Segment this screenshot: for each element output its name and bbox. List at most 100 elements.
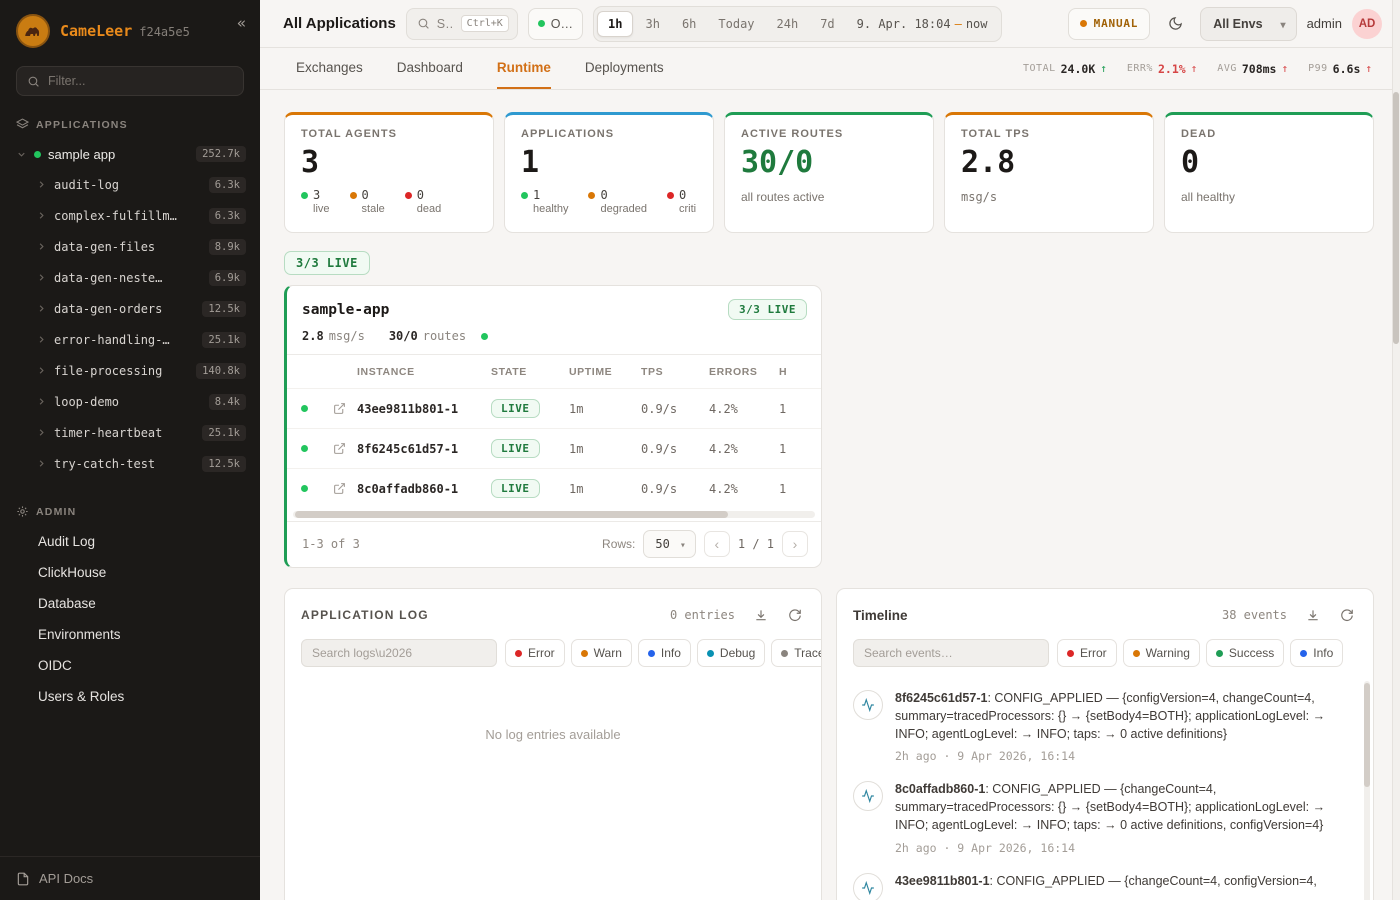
rows-per-page-select[interactable]: 50 [643,530,695,558]
refresh-logs-button[interactable] [783,603,807,627]
event-timestamp: 2h ago · 9 Apr 2026, 16:14 [895,841,1347,855]
sidebar-item-admin-environments[interactable]: Environments [0,619,260,650]
sidebar-item-admin-oidc[interactable]: OIDC [0,650,260,681]
time-range-group: 1h 3h 6h Today 24h 7d 9. Apr. 18:04—now [593,6,1001,42]
card-label: ACTIVE ROUTES [741,128,917,140]
filter-chip-warning[interactable]: Warning [1123,639,1200,667]
log-search-input[interactable] [301,639,497,667]
filter-chip-info[interactable]: Info [638,639,691,667]
sidebar-item-data-gen-nested[interactable]: data-gen-neste… 6.9k [0,262,260,293]
table-row[interactable]: 43ee9811b801-1 LIVE 1m 0.9/s 4.2% 1 [287,388,821,428]
count-badge: 6.3k [209,208,246,224]
time-range-today[interactable]: Today [708,12,764,36]
timeline-event[interactable]: 8c0affadb860-1: CONFIG_APPLIED — {change… [853,772,1347,863]
refresh-icon [1340,608,1354,622]
env-select-value: All Envs [1213,17,1262,31]
tab-deployments[interactable]: Deployments [585,48,664,89]
sidebar-item-data-gen-files[interactable]: data-gen-files 8.9k [0,231,260,262]
status-dot [301,485,308,492]
download-logs-button[interactable] [749,603,773,627]
chevron-right-icon [36,396,47,407]
external-link-icon[interactable] [333,442,346,455]
card-label: TOTAL AGENTS [301,128,477,140]
api-docs-label: API Docs [39,871,93,886]
activity-icon [853,781,883,811]
sidebar-item-audit-log[interactable]: audit-log 6.3k [0,169,260,200]
sidebar-filter [16,66,244,96]
prev-page-button[interactable]: ‹ [704,531,730,557]
sidebar-item-admin-database[interactable]: Database [0,588,260,619]
sidebar-item-error-handling[interactable]: error-handling-… 25.1k [0,324,260,355]
date-range[interactable]: 9. Apr. 18:04—now [847,17,998,31]
content: TOTAL AGENTS 3 3 live 0 stale 0 [260,90,1400,900]
filter-chip-error[interactable]: Error [1057,639,1117,667]
time-range-24h[interactable]: 24h [767,12,809,36]
filter-input[interactable] [48,74,233,88]
external-link-icon[interactable] [333,482,346,495]
tab-dashboard[interactable]: Dashboard [397,48,463,89]
sidebar-item-admin-clickhouse[interactable]: ClickHouse [0,557,260,588]
scrollbar-thumb[interactable] [295,511,728,518]
sidebar-item-sample-app[interactable]: sample app 252.7k [0,139,260,169]
sidebar-item-loop-demo[interactable]: loop-demo 8.4k [0,386,260,417]
state-badge: LIVE [491,439,540,458]
filter-chip-success[interactable]: Success [1206,639,1284,667]
global-search[interactable]: S… Ctrl+K [406,8,518,40]
sidebar-item-timer-heartbeat[interactable]: timer-heartbeat 25.1k [0,417,260,448]
manual-mode-chip[interactable]: MANUAL [1068,8,1151,40]
sidebar-collapse-button[interactable]: « [237,14,246,32]
filter-chip-warn[interactable]: Warn [571,639,632,667]
time-range-7d[interactable]: 7d [810,12,844,36]
sidebar-item-complex-fulfillment[interactable]: complex-fulfillm… 6.3k [0,200,260,231]
time-range-1h[interactable]: 1h [597,11,633,37]
timeline-event[interactable]: 43ee9811b801-1: CONFIG_APPLIED — {change… [853,864,1347,900]
timeline-scrollbar [1364,681,1370,900]
filter-chip-info[interactable]: Info [1290,639,1343,667]
chevron-right-icon [36,458,47,469]
sidebar-item-data-gen-orders[interactable]: data-gen-orders 12.5k [0,293,260,324]
manual-mode-dot [1080,20,1087,27]
time-range-6h[interactable]: 6h [672,12,706,36]
table-row[interactable]: 8c0affadb860-1 LIVE 1m 0.9/s 4.2% 1 [287,468,821,508]
online-status-dot [538,20,545,27]
filter-chip-trace[interactable]: Trace [771,639,822,667]
time-range-3h[interactable]: 3h [635,12,669,36]
application-log-panel: APPLICATION LOG 0 entries [284,588,822,900]
next-page-button[interactable]: › [782,531,808,557]
trend-up-icon: ↑ [1365,62,1372,75]
tab-exchanges[interactable]: Exchanges [296,48,363,89]
sidebar-item-admin-users-roles[interactable]: Users & Roles [0,681,260,712]
sidebar-item-file-processing[interactable]: file-processing 140.8k [0,355,260,386]
search-icon [27,75,40,88]
card-value: 3 [301,148,477,178]
application-name[interactable]: sample-app [302,302,389,318]
timeline-event[interactable]: 8f6245c61d57-1: CONFIG_APPLIED — {config… [853,681,1347,772]
event-search-input[interactable] [853,639,1049,667]
count-badge: 252.7k [196,146,246,162]
api-docs-link[interactable]: API Docs [0,856,260,900]
refresh-events-button[interactable] [1335,603,1359,627]
route-label: try-catch-test [54,457,155,471]
tab-runtime[interactable]: Runtime [497,48,551,89]
table-row[interactable]: 8f6245c61d57-1 LIVE 1m 0.9/s 4.2% 1 [287,428,821,468]
external-link-icon[interactable] [333,402,346,415]
route-label: audit-log [54,178,119,192]
sub-stat-healthy: 1 healthy [521,188,568,215]
brand-name: CameLeer [60,22,132,40]
chevron-right-icon [36,365,47,376]
scrollbar-thumb[interactable] [1364,683,1370,787]
sidebar-item-admin-audit-log[interactable]: Audit Log [0,526,260,557]
download-events-button[interactable] [1301,603,1325,627]
dark-mode-toggle[interactable] [1160,9,1190,39]
connection-status-chip[interactable]: O… [528,8,583,40]
scrollbar-thumb[interactable] [1393,92,1399,344]
live-chip: 3/3 LIVE [728,299,807,320]
sidebar-item-try-catch-test[interactable]: try-catch-test 12.5k [0,448,260,479]
route-label: complex-fulfillm… [54,209,177,223]
filter-chip-debug[interactable]: Debug [697,639,765,667]
avatar[interactable]: AD [1352,9,1382,39]
filter-chip-error[interactable]: Error [505,639,565,667]
card-label: APPLICATIONS [521,128,697,140]
env-select[interactable]: All Envs [1200,7,1296,41]
card-subtext: all routes active [741,190,917,204]
